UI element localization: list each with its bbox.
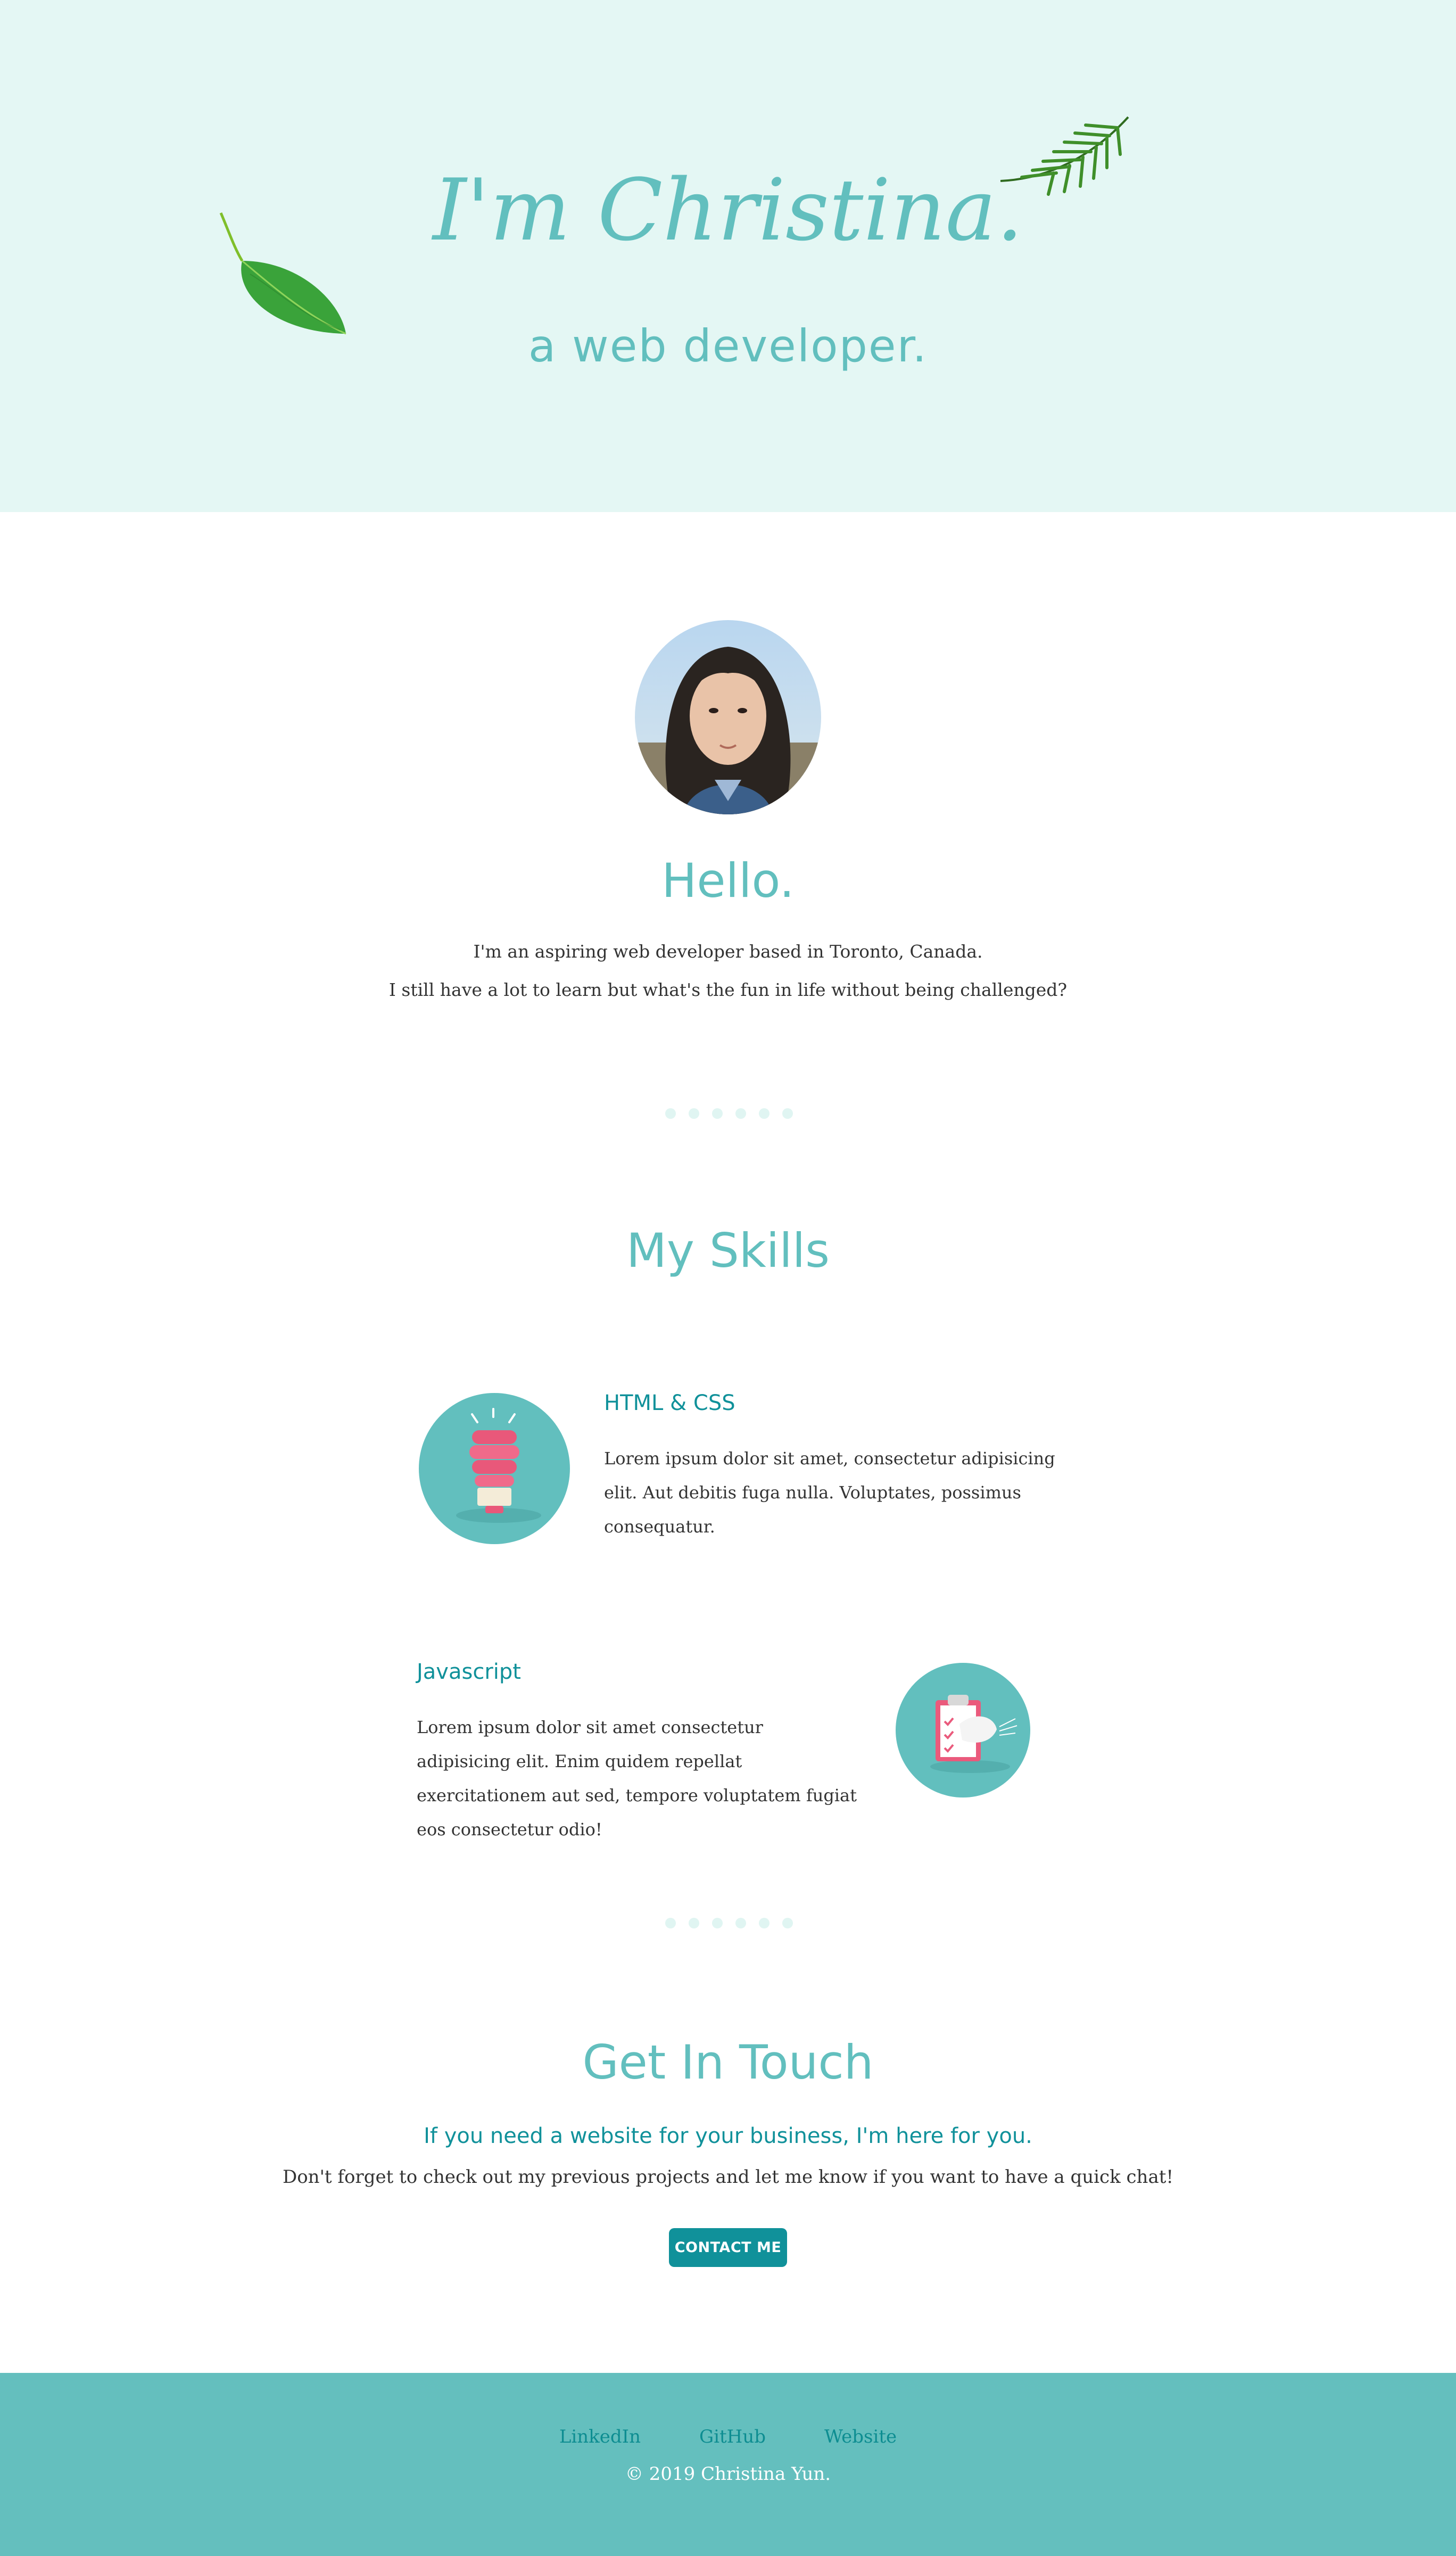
website-link[interactable]: Website (824, 2421, 897, 2453)
contact-tagline: If you need a website for your business,… (424, 2124, 1032, 2148)
portrait-photo (635, 620, 821, 814)
section-divider-dots (665, 1918, 793, 1931)
skill-name-html-css: HTML & CSS (604, 1391, 735, 1415)
skill-name-javascript: Javascript (417, 1660, 521, 1684)
about-heading: Hello. (661, 853, 795, 908)
copyright-text: © 2019 Christina Yun. (625, 2463, 831, 2485)
skills-heading: My Skills (626, 1223, 830, 1278)
profile-avatar (635, 620, 821, 814)
contact-note: Don't forget to check out my previous pr… (282, 2166, 1174, 2188)
about-text-line-2: I still have a lot to learn but what's t… (388, 979, 1068, 1000)
lightbulb-icon (419, 1393, 570, 1544)
hero-title: I'm Christina. (433, 160, 1023, 260)
github-link[interactable]: GitHub (699, 2421, 766, 2453)
hero-subtitle: a web developer. (528, 320, 928, 372)
about-text-line-1: I'm an aspiring web developer based in T… (473, 941, 983, 962)
footer-links: LinkedIn GitHub Website (0, 2421, 1456, 2453)
linkedin-link[interactable]: LinkedIn (559, 2421, 641, 2453)
contact-me-button[interactable]: CONTACT ME (669, 2228, 787, 2267)
contact-heading: Get In Touch (582, 2035, 874, 2090)
section-divider-dots (665, 1108, 793, 1121)
skill-description-javascript: Lorem ipsum dolor sit amet consectetur a… (417, 1717, 857, 1840)
skill-description-html-css: Lorem ipsum dolor sit amet, consectetur … (604, 1448, 1055, 1537)
clipboard-icon (896, 1663, 1030, 1798)
